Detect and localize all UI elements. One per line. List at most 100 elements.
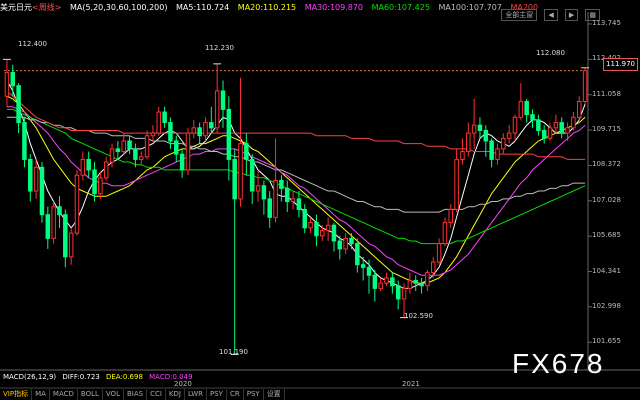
tab-7[interactable]: KDJ (166, 389, 185, 400)
y-tick-label-7: 104.341 (592, 266, 621, 275)
candle-body (138, 156, 144, 160)
candle-body (436, 243, 442, 263)
ma100-value: MA100:107.707 (438, 3, 502, 12)
candle-body (384, 277, 389, 284)
tab-11[interactable]: PSY (244, 389, 264, 400)
low-annotation-2: 102.590 (404, 312, 433, 320)
candle-body (109, 148, 115, 163)
tab-3[interactable]: BOLL (78, 389, 103, 400)
candle-body (244, 143, 249, 160)
y-tick-label-9: 101.655 (592, 337, 621, 346)
candle-body (477, 124, 483, 131)
period-label: <周线> (32, 3, 62, 12)
candle-body (28, 158, 33, 192)
candle-body (226, 108, 232, 160)
ma20-value: MA20:110.215 (237, 3, 297, 12)
candle-body (296, 198, 302, 210)
candle-body (302, 208, 308, 229)
tab-0[interactable]: VIP指标 (0, 389, 33, 400)
current-price-tag: 111.970 (603, 58, 638, 71)
symbol-label: 美元日元 (0, 3, 32, 12)
candle-body (115, 148, 121, 153)
price-chart[interactable] (0, 0, 640, 400)
indicator-tabs: VIP指标 MA MACD BOLL VOL BIAS CCI KDJ LWR PSY CR PSY 设… (0, 389, 640, 400)
candle-body (98, 177, 103, 195)
candle-body (325, 224, 331, 231)
tab-12[interactable]: 设置 (264, 389, 285, 400)
candle-body (45, 214, 51, 239)
candle-body (261, 185, 267, 200)
ma100-line (6, 116, 586, 213)
candle-body (524, 101, 529, 116)
next-button[interactable]: ▶ (564, 9, 579, 21)
tab-4[interactable]: VOL (103, 389, 124, 400)
candle-body (92, 169, 97, 195)
candle-body (343, 237, 348, 250)
candle-body (571, 116, 576, 129)
candle-body (51, 206, 56, 239)
tab-9[interactable]: PSY (207, 389, 227, 400)
candle-body (489, 140, 494, 160)
candle-body (209, 122, 214, 129)
candle-body (249, 158, 255, 192)
tab-1[interactable]: MA (32, 389, 50, 400)
candle-body (290, 198, 296, 203)
candle-body (559, 122, 564, 134)
candle-body (483, 129, 489, 142)
macd-title: MACD(26,12,9) (3, 373, 57, 381)
candle-body (413, 280, 418, 284)
full-window-button[interactable]: 全部主窗 (501, 9, 538, 21)
ma30-value: MA30:109.870 (304, 3, 364, 12)
tab-2[interactable]: MACD (50, 389, 78, 400)
candle-body (536, 119, 541, 131)
candle-body (442, 222, 448, 245)
candle-body (390, 277, 395, 287)
candle-body (284, 187, 290, 203)
prev-button[interactable]: ◀ (544, 9, 558, 21)
candle-body (39, 166, 45, 216)
ma60-value: MA60:107.425 (371, 3, 430, 12)
candle-body (57, 206, 62, 216)
candle-body (179, 153, 185, 171)
candle-body (547, 127, 553, 139)
tab-10[interactable]: CR (227, 389, 244, 400)
macd-dea: DEA:0.698 (106, 373, 143, 381)
candle-body (466, 132, 471, 153)
candle-body (191, 127, 197, 134)
candle-body (133, 148, 138, 160)
y-tick-label-4: 108.372 (592, 160, 621, 169)
candle-body (197, 127, 202, 137)
candle-body (320, 229, 325, 237)
macd-diff: DIFF:0.723 (62, 373, 100, 381)
high-annotation-3: 112.080 (536, 49, 565, 57)
candle-body (156, 111, 162, 134)
candle-body (16, 85, 21, 124)
candle-body (553, 122, 559, 129)
candle-body (220, 90, 226, 110)
candle-body (501, 137, 506, 150)
watermark: FX678 (512, 348, 605, 379)
candle-body (425, 272, 430, 287)
candle-body (454, 158, 459, 210)
candle-body (267, 198, 272, 218)
candle-body (448, 208, 454, 224)
candle-body (144, 135, 150, 158)
candle-body (255, 185, 261, 192)
candle-body (4, 72, 10, 97)
tab-8[interactable]: LWR (185, 389, 208, 400)
tab-5[interactable]: BIAS (124, 389, 148, 400)
candle-body (168, 122, 173, 142)
candle-body (565, 127, 570, 134)
candle-body (68, 232, 74, 258)
candle-body (22, 122, 27, 160)
candle-body (279, 179, 284, 189)
y-tick-label-0: 113.745 (592, 18, 621, 27)
candle-body (518, 101, 524, 118)
y-tick-label-8: 102.998 (592, 301, 621, 310)
window-controls: 全部主窗 ◀ ▶ ▦ (499, 2, 600, 21)
x-label-2021: 2021 (402, 380, 420, 388)
candle-body (395, 285, 401, 300)
candle-body (80, 158, 86, 176)
tab-6[interactable]: CCI (147, 389, 166, 400)
candle-body (378, 282, 383, 289)
